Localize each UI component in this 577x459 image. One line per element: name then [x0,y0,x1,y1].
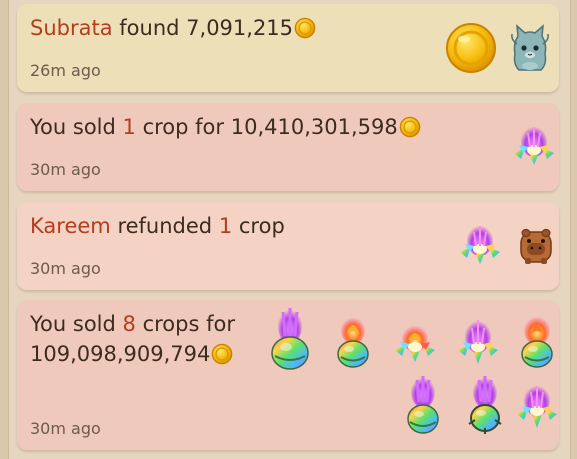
feed-message: You sold 8 crops for 109,098,909,794 [30,309,255,369]
player-name[interactable]: Kareem [30,214,111,238]
rainbow-egg-crop-icon [337,316,369,368]
coin-icon [294,17,316,39]
action-text: refunded [117,214,213,238]
feed-card-sold-eight: You sold 8 crops for 109,098,909,794 30m… [17,300,559,450]
crop-count: 8 [122,312,136,336]
feed-card-refund: Kareem refunded 1 crop 30m ago [17,202,559,290]
coin-amount: 10,410,301,598 [230,115,398,139]
player-name[interactable]: Subrata [30,16,113,40]
capybara-pet-icon [520,228,552,264]
action-text: found [119,16,180,40]
feed-card-found: Subrata found 7,091,215 26m ago [17,4,559,92]
coin-icon [399,116,421,138]
rainbow-lotus-crop-icon [517,384,557,428]
rainbow-egg-crop-icon [407,376,439,434]
timestamp: 26m ago [30,61,101,80]
rainbow-lotus-crop-icon [458,319,498,364]
action-suffix: crop [238,214,285,238]
feed-message: Kareem refunded 1 crop [30,211,285,241]
rainbow-egg-crop-icon [271,308,309,370]
coin-icon [212,343,233,365]
coin-amount: 7,091,215 [186,16,294,40]
timestamp: 30m ago [30,160,101,179]
feed-card-sold-one: You sold 1 crop for 10,410,301,598 30m a… [17,103,559,191]
rainbow-egg-crop-icon [521,315,553,368]
rainbow-lotus-crop-icon [395,324,435,362]
gray-cat-pet-icon [511,24,549,71]
action-text: You sold [30,312,116,336]
feed-message: Subrata found 7,091,215 [30,13,316,43]
crop-count: 1 [218,214,233,238]
crop-count: 1 [122,115,136,139]
rainbow-lotus-crop-icon [514,125,554,165]
timestamp: 30m ago [30,419,101,438]
gold-coin-icon [446,23,496,73]
rainbow-lotus-crop-icon [460,224,500,264]
activity-feed: Subrata found 7,091,215 26m ago You sold… [8,0,571,459]
coin-amount: 109,098,909,794 [30,342,211,366]
action-suffix: crops for [142,312,235,336]
action-text: You sold [30,115,116,139]
feed-message: You sold 1 crop for 10,410,301,598 [30,112,421,142]
timestamp: 30m ago [30,259,101,278]
action-suffix: crop for [142,115,225,139]
rainbow-egg-crop-icon [468,376,502,434]
